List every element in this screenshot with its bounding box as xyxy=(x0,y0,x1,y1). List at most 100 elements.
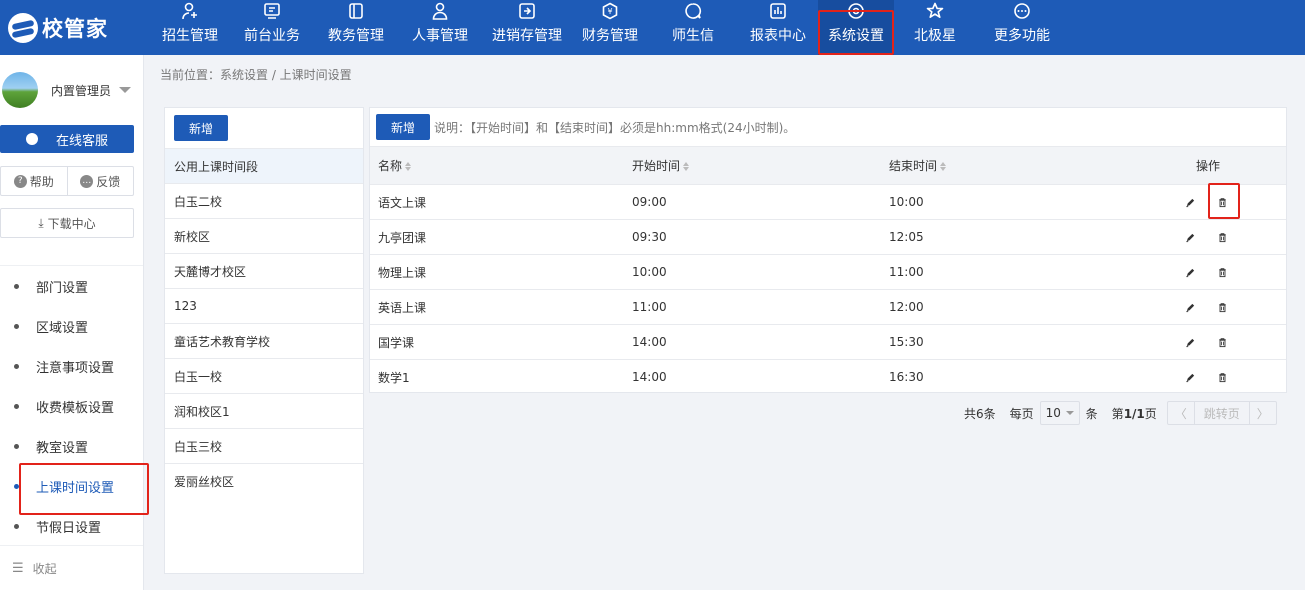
more-icon xyxy=(1013,2,1031,20)
svg-text:¥: ¥ xyxy=(607,7,612,16)
nav-item-6[interactable]: 师生信 xyxy=(648,0,738,55)
download-center-button[interactable]: ⤓ 下载中心 xyxy=(0,208,134,238)
campus-item[interactable]: 白玉二校 xyxy=(165,183,363,218)
help-button[interactable]: ? 帮助 xyxy=(1,167,67,195)
sidebar-item-label: 上课时间设置 xyxy=(36,480,115,496)
cell-start: 14:00 xyxy=(624,324,881,360)
cell-ops xyxy=(1138,183,1286,220)
page-nav: 〈 跳转页 〉 xyxy=(1166,401,1277,425)
per-page-prefix: 每页 xyxy=(1009,406,1034,421)
nav-item-4[interactable]: 进销存管理 xyxy=(482,0,572,55)
sidebar-item-6[interactable]: 节假日设置 xyxy=(0,506,143,546)
campus-item[interactable]: 白玉一校 xyxy=(165,358,363,393)
nav-item-1[interactable]: 前台业务 xyxy=(230,0,314,55)
nav-item-8[interactable]: 系统设置 xyxy=(818,0,894,55)
sidebar-item-4[interactable]: 教室设置 xyxy=(0,426,143,466)
download-label: 下载中心 xyxy=(47,216,96,231)
monitor-icon xyxy=(263,2,281,20)
campus-item[interactable]: 新校区 xyxy=(165,218,363,253)
time-slot-header: 新增 说明：【开始时间】和【结束时间】必须是hh:mm格式(24小时制)。 xyxy=(370,108,1286,146)
pagination: 共6条 每页 10 条 第1/1页 〈 跳转页 〉 xyxy=(964,401,1277,425)
column-header-name[interactable]: 名称 xyxy=(370,146,624,185)
nav-item-5[interactable]: ¥ 财务管理 xyxy=(572,0,648,55)
cell-end: 11:00 xyxy=(881,254,1138,290)
collapse-icon: ☰ xyxy=(12,560,24,576)
cell-start: 14:00 xyxy=(624,359,881,395)
delete-icon[interactable] xyxy=(1215,371,1229,385)
sort-icon[interactable] xyxy=(940,162,947,171)
help-label: 帮助 xyxy=(29,174,54,189)
sidebar-item-3[interactable]: 收费模板设置 xyxy=(0,386,143,426)
nav-item-7[interactable]: 报表中心 xyxy=(738,0,818,55)
campus-item[interactable]: 爱丽丝校区 xyxy=(165,463,363,498)
feedback-button[interactable]: … 反馈 xyxy=(66,167,134,195)
campus-item[interactable]: 天麓博才校区 xyxy=(165,253,363,288)
sidebar-item-1[interactable]: 区域设置 xyxy=(0,306,143,346)
campus-item[interactable]: 公用上课时间段 xyxy=(165,148,363,183)
yen-icon: ¥ xyxy=(601,2,619,20)
edit-icon[interactable] xyxy=(1183,230,1197,244)
nav-item-label: 进销存管理 xyxy=(492,28,562,44)
settings-menu: 部门设置区域设置注意事项设置收费模板设置教室设置上课时间设置节假日设置 xyxy=(0,265,149,546)
jump-page-button[interactable]: 跳转页 xyxy=(1193,402,1250,424)
edit-icon[interactable] xyxy=(1183,335,1197,349)
bar-chart-icon xyxy=(769,2,787,20)
user-info[interactable]: 内置管理员 xyxy=(0,55,143,125)
delete-icon[interactable] xyxy=(1215,230,1229,244)
sidebar-item-label: 教室设置 xyxy=(36,440,89,456)
campus-item[interactable]: 123 xyxy=(165,288,363,323)
inventory-icon xyxy=(518,2,536,20)
online-service-button[interactable]: 在线客服 xyxy=(0,125,134,153)
campus-item[interactable]: 童话艺术教育学校 xyxy=(165,323,363,358)
delete-icon[interactable] xyxy=(1215,335,1229,349)
sidebar-item-0[interactable]: 部门设置 xyxy=(0,266,143,306)
prev-page-icon[interactable]: 〈 xyxy=(1168,402,1194,424)
sidebar-item-label: 注意事项设置 xyxy=(36,360,115,376)
cell-name: 英语上课 xyxy=(370,289,624,325)
column-header-end[interactable]: 结束时间 xyxy=(881,146,1138,185)
sort-icon[interactable] xyxy=(405,162,412,171)
edit-icon[interactable] xyxy=(1183,265,1197,279)
nav-item-3[interactable]: 人事管理 xyxy=(398,0,482,55)
time-slot-panel: 新增 说明：【开始时间】和【结束时间】必须是hh:mm格式(24小时制)。 名称… xyxy=(369,107,1287,395)
nav-item-0[interactable]: 招生管理 xyxy=(150,0,230,55)
campus-item[interactable]: 白玉三校 xyxy=(165,428,363,463)
collapse-sidebar-button[interactable]: ☰ 收起 xyxy=(0,545,143,590)
edit-icon[interactable] xyxy=(1183,195,1197,209)
table-row: 语文上课 09:00 10:00 xyxy=(370,183,1286,220)
app-logo[interactable]: 校管家 xyxy=(0,0,150,55)
user-name: 内置管理员 xyxy=(51,83,112,98)
chevron-down-icon[interactable] xyxy=(119,87,132,93)
sidebar: 内置管理员 在线客服 ? 帮助 … 反馈 ⤓ 下载中心 部门设置区域设置注意事项设置… xyxy=(0,55,149,590)
edit-icon[interactable] xyxy=(1183,371,1197,385)
cell-end: 15:30 xyxy=(881,324,1138,360)
cell-end: 16:30 xyxy=(881,359,1138,395)
campus-list: 公用上课时间段 白玉二校 新校区 天麓博才校区 123 童话艺术教育学校 白玉一校 润和校区1… xyxy=(165,148,363,498)
sort-icon[interactable] xyxy=(683,162,690,171)
cell-ops xyxy=(1138,254,1286,290)
next-page-icon[interactable]: 〉 xyxy=(1250,402,1276,424)
sidebar-item-label: 区域设置 xyxy=(36,320,89,336)
delete-icon[interactable] xyxy=(1215,265,1229,279)
bullet-icon xyxy=(14,443,19,449)
delete-icon[interactable] xyxy=(1215,300,1229,314)
nav-item-10[interactable]: 更多功能 xyxy=(976,0,1068,55)
chevron-down-icon xyxy=(1065,411,1074,415)
delete-icon[interactable] xyxy=(1208,183,1240,220)
bullet-icon xyxy=(14,403,19,409)
edit-icon[interactable] xyxy=(1183,300,1197,314)
sidebar-item-5[interactable]: 上课时间设置 xyxy=(0,463,149,515)
table-row: 英语上课 11:00 12:00 xyxy=(370,289,1286,325)
column-header-ops: 操作 xyxy=(1138,146,1286,185)
per-page-select[interactable]: 10 xyxy=(1039,401,1080,425)
nav-item-9[interactable]: 北极星 xyxy=(894,0,976,55)
sidebar-item-2[interactable]: 注意事项设置 xyxy=(0,346,143,386)
campus-item[interactable]: 润和校区1 xyxy=(165,393,363,428)
sidebar-item-label: 部门设置 xyxy=(36,280,89,296)
nav-item-2[interactable]: 教务管理 xyxy=(314,0,398,55)
cell-ops xyxy=(1138,324,1286,360)
add-campus-button[interactable]: 新增 xyxy=(174,115,228,141)
column-header-start[interactable]: 开始时间 xyxy=(624,146,881,185)
add-time-slot-button[interactable]: 新增 xyxy=(376,114,430,140)
nav-item-label: 人事管理 xyxy=(412,28,468,44)
